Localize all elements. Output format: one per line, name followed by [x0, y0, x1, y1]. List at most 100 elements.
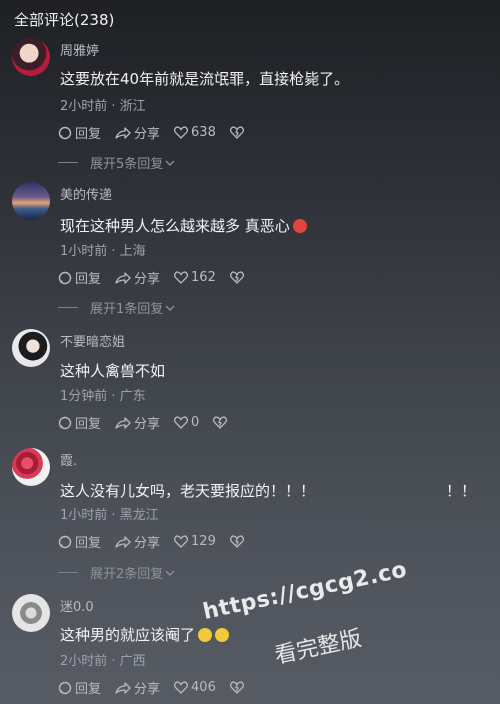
- heart-icon: [174, 271, 188, 284]
- avatar[interactable]: [12, 594, 50, 632]
- expand-replies[interactable]: 展开1条回复: [58, 298, 175, 317]
- comment-text: 这种男的就应该阉了: [60, 624, 230, 645]
- comment-meta: 2小时前 · 广西: [60, 654, 146, 669]
- reply-icon: [58, 681, 72, 694]
- comment-text-body: 这种男的就应该阉了: [60, 626, 196, 644]
- comment-text: 现在这种男人怎么越来越多 真恶心: [60, 215, 307, 236]
- comment-text: 这种人禽兽不如: [60, 362, 166, 380]
- reply-button[interactable]: 回复: [58, 123, 101, 142]
- comment-actions: 回复 分享 638: [58, 123, 261, 142]
- heart-icon: [174, 126, 188, 139]
- comment-actions: 回复 分享 0: [58, 413, 244, 432]
- chevron-down-icon: [165, 305, 175, 311]
- comment-text: 这人没有儿女吗，老天要报应的！！！: [60, 482, 316, 500]
- comment-author[interactable]: 迷0.0: [60, 596, 94, 615]
- reply-label: 回复: [75, 272, 102, 287]
- comment-text-body: 现在这种男人怎么越来越多 真恶心: [60, 217, 290, 235]
- dislike-icon: [229, 271, 244, 284]
- reply-label: 回复: [75, 417, 102, 432]
- comment-author[interactable]: 霞.: [60, 450, 77, 469]
- divider: [58, 307, 78, 308]
- share-label: 分享: [134, 127, 161, 142]
- share-icon: [115, 416, 131, 429]
- expand-replies[interactable]: 展开2条回复: [58, 563, 175, 582]
- reply-label: 回复: [75, 682, 102, 697]
- comment-actions: 回复 分享 406: [58, 678, 261, 697]
- dislike-button[interactable]: [229, 535, 247, 548]
- comment-actions: 回复 分享 162: [58, 268, 261, 287]
- like-button[interactable]: 406: [174, 680, 216, 695]
- crying-emoji-icon: [198, 628, 213, 642]
- chevron-down-icon: [165, 570, 175, 576]
- reply-label: 回复: [75, 127, 102, 142]
- comment-actions: 回复 分享 129: [58, 532, 261, 551]
- dislike-icon: [213, 416, 228, 429]
- heart-icon: [174, 535, 188, 548]
- avatar[interactable]: [12, 448, 50, 486]
- reply-button[interactable]: 回复: [58, 532, 101, 551]
- reply-icon: [58, 126, 72, 139]
- share-label: 分享: [134, 536, 161, 551]
- expand-label: 展开1条回复: [90, 302, 164, 317]
- like-button[interactable]: 162: [174, 270, 216, 285]
- share-button[interactable]: 分享: [115, 678, 160, 697]
- expand-replies[interactable]: 展开5条回复: [58, 153, 175, 172]
- comment-meta: 1小时前 · 上海: [60, 244, 146, 259]
- like-count: 0: [191, 415, 200, 430]
- avatar[interactable]: [12, 38, 50, 76]
- avatar[interactable]: [12, 182, 50, 220]
- watermark-url: https://cgcg2.co: [200, 557, 410, 625]
- like-button[interactable]: 129: [174, 534, 216, 549]
- comment-author[interactable]: 美的传递: [60, 184, 112, 203]
- share-button[interactable]: 分享: [115, 123, 160, 142]
- like-count: 162: [191, 270, 216, 285]
- angry-emoji-icon: [292, 219, 307, 233]
- like-count: 638: [191, 125, 216, 140]
- dislike-icon: [229, 681, 244, 694]
- comment-author[interactable]: 不要暗恋姐: [60, 331, 125, 350]
- divider: [58, 162, 78, 163]
- comment-text: 这要放在40年前就是流氓罪，直接枪毙了。: [60, 70, 350, 88]
- chevron-down-icon: [165, 160, 175, 166]
- share-icon: [115, 271, 131, 284]
- reply-icon: [58, 416, 72, 429]
- comment-author[interactable]: 周雅婷: [60, 40, 99, 59]
- share-button[interactable]: 分享: [115, 268, 160, 287]
- comment-meta: 2小时前 · 浙江: [60, 99, 146, 114]
- share-label: 分享: [134, 417, 161, 432]
- comment-text-overflow: ！！: [446, 482, 477, 500]
- like-count: 406: [191, 680, 216, 695]
- watermark-label: 看完整版: [272, 626, 364, 670]
- dislike-button[interactable]: [229, 126, 247, 139]
- dislike-button[interactable]: [213, 416, 230, 429]
- like-count: 129: [191, 534, 216, 549]
- reply-button[interactable]: 回复: [58, 413, 101, 432]
- share-button[interactable]: 分享: [115, 532, 160, 551]
- reply-icon: [58, 271, 72, 284]
- heart-icon: [174, 681, 188, 694]
- reply-icon: [58, 535, 72, 548]
- share-label: 分享: [134, 272, 161, 287]
- crying-emoji-icon: [215, 628, 230, 642]
- expand-label: 展开2条回复: [90, 567, 164, 582]
- comment-meta: 1小时前 · 黑龙江: [60, 508, 159, 523]
- share-label: 分享: [134, 682, 161, 697]
- dislike-button[interactable]: [229, 681, 247, 694]
- heart-icon: [174, 416, 188, 429]
- share-button[interactable]: 分享: [115, 413, 160, 432]
- divider: [58, 572, 78, 573]
- comments-header: 全部评论(238): [14, 11, 115, 29]
- like-button[interactable]: 0: [174, 415, 199, 430]
- like-button[interactable]: 638: [174, 125, 216, 140]
- reply-button[interactable]: 回复: [58, 268, 101, 287]
- dislike-button[interactable]: [229, 271, 247, 284]
- share-icon: [115, 535, 131, 548]
- dislike-icon: [229, 126, 244, 139]
- expand-label: 展开5条回复: [90, 157, 164, 172]
- avatar[interactable]: [12, 329, 50, 367]
- reply-label: 回复: [75, 536, 102, 551]
- share-icon: [115, 126, 131, 139]
- comment-meta: 1分钟前 · 广东: [60, 389, 146, 404]
- share-icon: [115, 681, 131, 694]
- reply-button[interactable]: 回复: [58, 678, 101, 697]
